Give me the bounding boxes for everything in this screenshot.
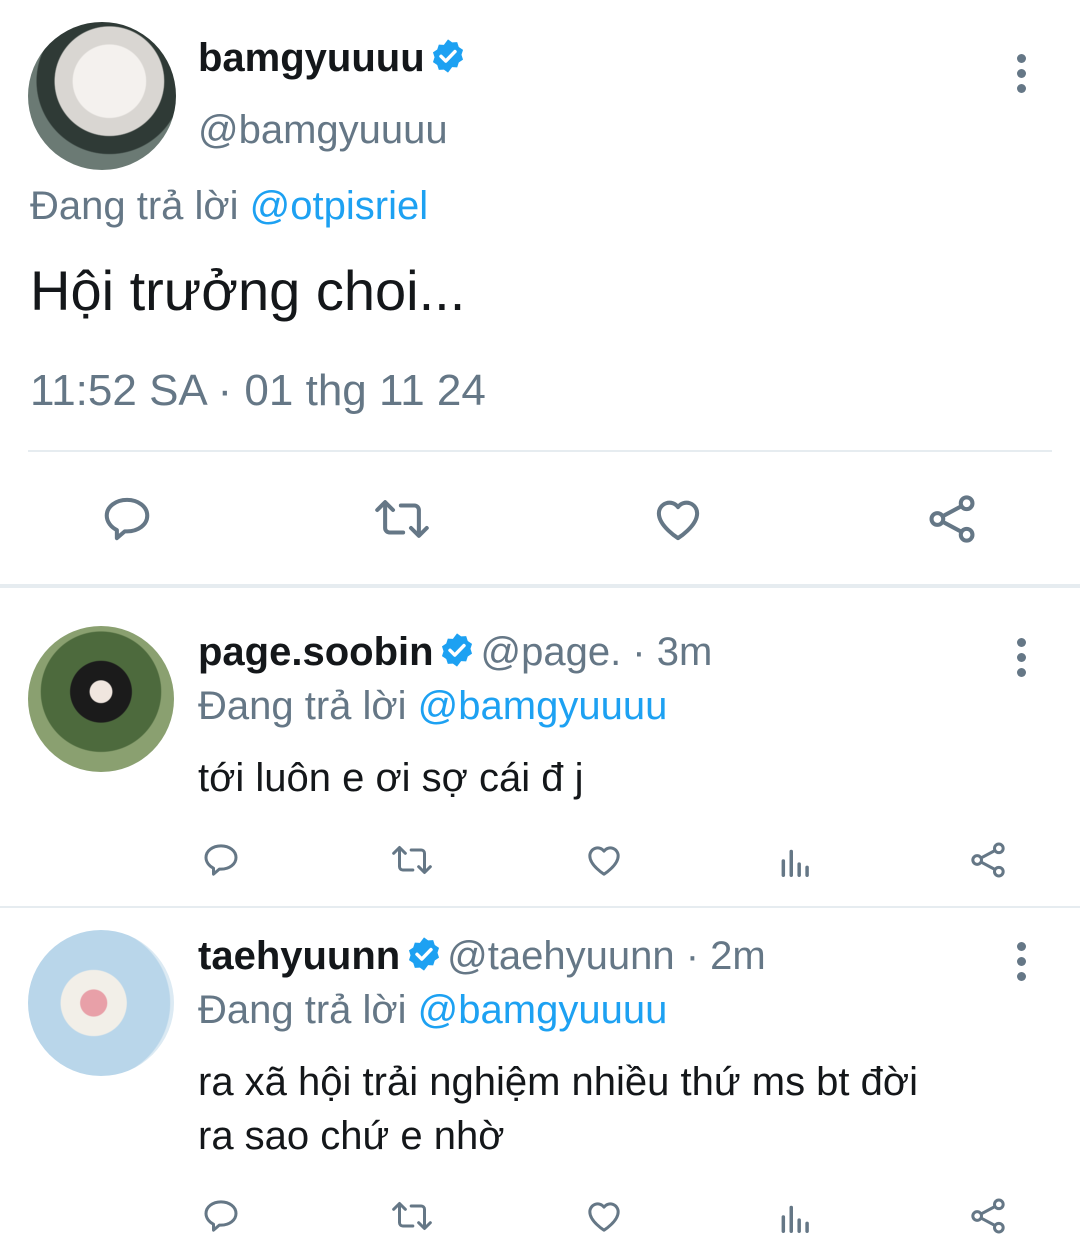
display-name: bamgyuuuu <box>198 36 425 80</box>
reply-icon[interactable] <box>200 1196 242 1236</box>
replying-to-line: Đang trả lời @bamgyuuuu <box>198 684 667 729</box>
reply-icon[interactable] <box>200 840 242 880</box>
author-handle[interactable]: @bamgyuuuu <box>198 108 448 153</box>
verified-badge-icon <box>438 631 476 674</box>
avatar[interactable] <box>28 930 174 1076</box>
reply-text: tới luôn e ơi sợ cái đ j <box>198 756 584 800</box>
analytics-icon[interactable] <box>776 842 816 880</box>
more-options-icon[interactable] <box>1015 54 1027 99</box>
handle-and-time: @taehyuunn · 2m <box>447 934 766 978</box>
replying-to-line: Đang trả lời @otpisriel <box>30 184 428 229</box>
verified-badge-icon <box>405 935 443 978</box>
reply-text-line-1: ra xã hội trải nghiệm nhiều thứ ms bt đờ… <box>198 1060 919 1104</box>
tweet-text: Hội trưởng choi... <box>30 259 466 322</box>
analytics-icon[interactable] <box>776 1198 816 1236</box>
tweet-timestamp[interactable]: 11:52 SA · 01 thg 11 24 <box>30 366 486 416</box>
retweet-icon[interactable] <box>388 840 436 880</box>
share-icon[interactable] <box>966 840 1010 880</box>
retweet-icon[interactable] <box>372 492 432 546</box>
replying-to-line: Đang trả lời @bamgyuuuu <box>198 988 667 1033</box>
reply-header[interactable]: page.soobin @page. · 3m <box>198 630 712 675</box>
replying-prefix: Đang trả lời <box>198 684 407 728</box>
display-name: taehyuunn <box>198 934 401 978</box>
more-options-icon[interactable] <box>1015 638 1027 683</box>
avatar[interactable] <box>28 22 176 170</box>
reply-header[interactable]: taehyuunn @taehyuunn · 2m <box>198 934 766 979</box>
share-icon[interactable] <box>966 1196 1010 1236</box>
more-options-icon[interactable] <box>1015 942 1027 987</box>
reply-text-line-2: ra sao chứ e nhờ <box>198 1114 505 1158</box>
handle-and-time: @page. · 3m <box>480 630 713 674</box>
replying-to-link[interactable]: @bamgyuuuu <box>418 684 668 728</box>
divider <box>28 450 1052 452</box>
replying-prefix: Đang trả lời <box>198 988 407 1032</box>
display-name: page.soobin <box>198 630 434 674</box>
divider <box>0 906 1080 908</box>
like-icon[interactable] <box>650 492 706 546</box>
replying-to-link[interactable]: @otpisriel <box>250 184 428 228</box>
like-icon[interactable] <box>582 1196 626 1236</box>
author-name-row[interactable]: bamgyuuuu <box>198 36 467 81</box>
retweet-icon[interactable] <box>388 1196 436 1236</box>
like-icon[interactable] <box>582 840 626 880</box>
replying-to-link[interactable]: @bamgyuuuu <box>418 988 668 1032</box>
section-divider <box>0 584 1080 588</box>
replying-prefix: Đang trả lời <box>30 184 239 228</box>
reply-icon[interactable] <box>100 492 154 546</box>
verified-badge-icon <box>429 37 467 80</box>
avatar[interactable] <box>28 626 174 772</box>
share-icon[interactable] <box>924 492 980 546</box>
